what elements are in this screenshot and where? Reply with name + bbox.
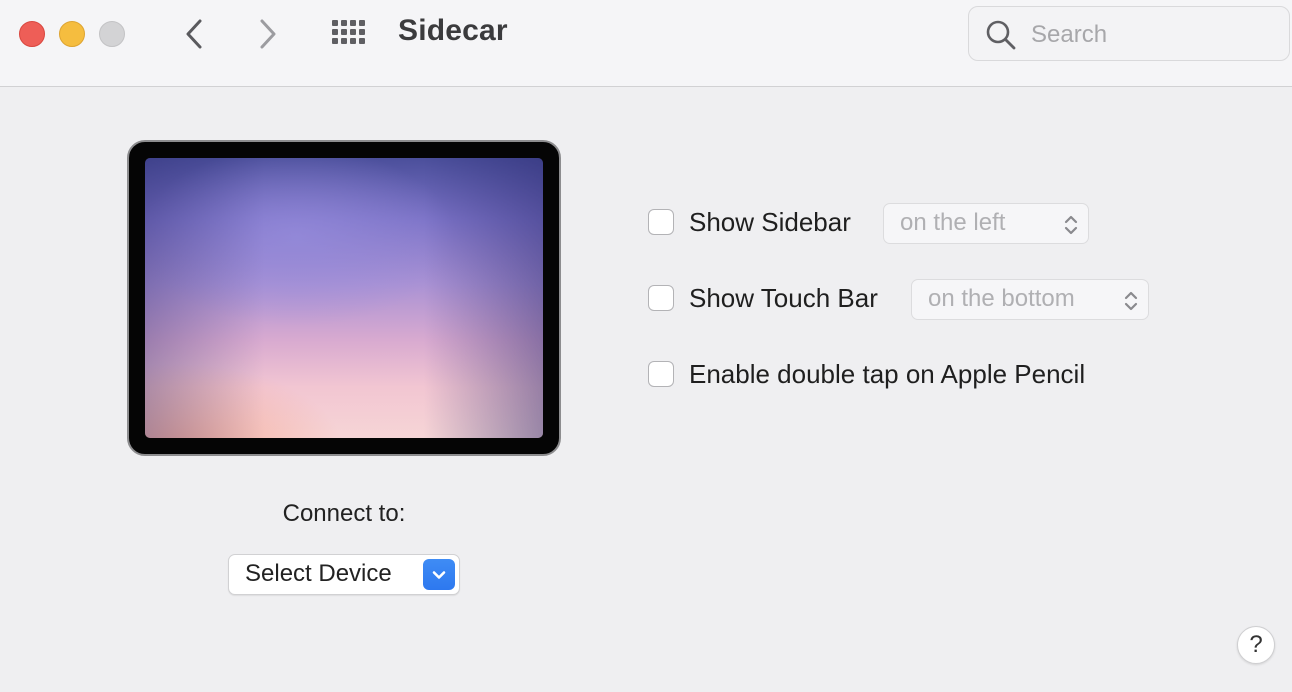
forward-button[interactable]	[250, 16, 286, 52]
sidebar-position-popup[interactable]: on the left	[883, 203, 1089, 244]
back-button[interactable]	[176, 16, 212, 52]
touch-bar-position-popup[interactable]: on the bottom	[911, 279, 1149, 320]
chevron-left-icon	[186, 19, 202, 49]
ipad-preview	[127, 140, 561, 456]
window-title: Sidecar	[398, 14, 508, 47]
sidebar-position-value: on the left	[900, 209, 1006, 236]
show-sidebar-label: Show Sidebar	[689, 207, 851, 237]
up-down-arrows-icon	[1064, 215, 1078, 235]
chevron-down-icon	[423, 559, 455, 590]
search-icon	[986, 20, 1016, 50]
zoom-window-button[interactable]	[99, 21, 125, 47]
device-select-value: Select Device	[245, 560, 392, 587]
show-touch-bar-checkbox[interactable]	[648, 285, 674, 311]
show-all-button[interactable]	[330, 18, 370, 50]
up-down-arrows-icon	[1124, 291, 1138, 311]
close-window-button[interactable]	[19, 21, 45, 47]
double-tap-checkbox[interactable]	[648, 361, 674, 387]
help-button[interactable]: ?	[1237, 626, 1275, 664]
double-tap-label: Enable double tap on Apple Pencil	[689, 359, 1086, 389]
touch-bar-position-value: on the bottom	[928, 285, 1075, 312]
search-input[interactable]	[1029, 19, 1273, 51]
device-select[interactable]: Select Device	[228, 554, 460, 595]
show-sidebar-checkbox[interactable]	[648, 209, 674, 235]
search-field[interactable]	[968, 6, 1290, 61]
chevron-right-icon	[260, 19, 276, 49]
show-touch-bar-label: Show Touch Bar	[689, 283, 878, 313]
minimize-window-button[interactable]	[59, 21, 85, 47]
ipad-wallpaper	[145, 158, 543, 438]
connect-to-label: Connect to:	[282, 500, 406, 527]
title-bar: Sidecar	[0, 0, 1292, 87]
